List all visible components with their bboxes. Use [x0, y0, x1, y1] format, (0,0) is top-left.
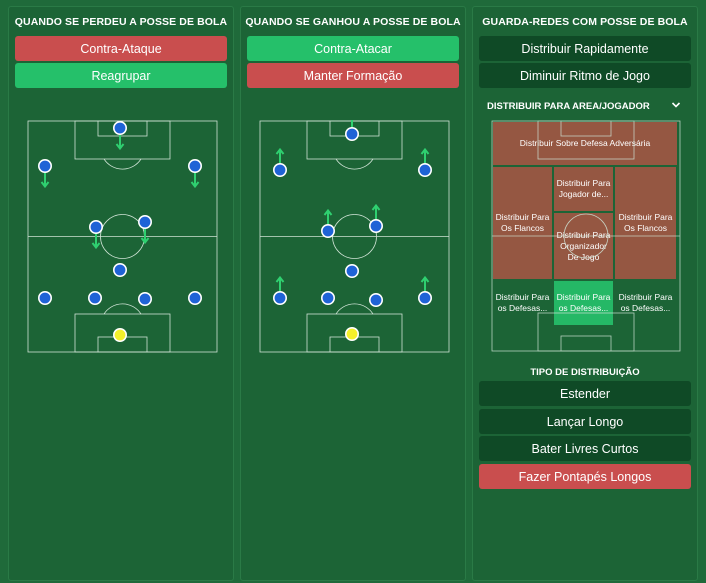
zone-defenders-left[interactable]: Distribuir Para os Defesas...: [493, 281, 552, 325]
option-distribuir-rapidamente-button[interactable]: Distribuir Rapidamente: [479, 36, 691, 61]
player-marker: [38, 291, 52, 306]
panel-lost-possession: QUANDO SE PERDEU A POSSE DE BOLA Contra-…: [8, 6, 234, 581]
player-marker: [273, 291, 287, 306]
pitch-lost-possession: [27, 120, 218, 353]
zone-flanks-right[interactable]: Distribuir Para Os Flancos: [615, 167, 676, 279]
pitch-lines: [259, 120, 450, 353]
player-marker: [138, 215, 153, 230]
zone-flanks-left[interactable]: Distribuir Para Os Flancos: [493, 167, 552, 279]
zone-over-defence[interactable]: Distribuir Sobre Defesa Adversária: [493, 122, 677, 165]
zone-centre-backs[interactable]: Distribuir Para os Defesas...: [554, 281, 613, 325]
player-marker: [418, 291, 433, 306]
option-contra-atacar-button[interactable]: Contra-Atacar: [247, 36, 459, 61]
player-marker: [345, 127, 360, 141]
zone-playmaker[interactable]: Distribuir Para Organizador De Jogo: [554, 213, 613, 279]
pitch-lines: [27, 120, 218, 353]
option-reagrupar-button[interactable]: Reagrupar: [15, 63, 227, 88]
player-marker: [138, 292, 153, 307]
pitch-won-possession: [259, 120, 450, 353]
panel-won-possession: QUANDO SE GANHOU A POSSE DE BOLA Contra-…: [240, 6, 466, 581]
panel-title: QUANDO SE PERDEU A POSSE DE BOLA: [14, 16, 228, 28]
player-marker: [320, 224, 335, 239]
option-diminuir-ritmo-button[interactable]: Diminuir Ritmo de Jogo: [479, 63, 691, 88]
panel-title: QUANDO SE GANHOU A POSSE DE BOLA: [245, 16, 461, 28]
player-marker: [38, 158, 52, 173]
option-lancar-longo-button[interactable]: Lançar Longo: [479, 409, 691, 434]
chevron-down-icon[interactable]: [671, 100, 681, 110]
player-marker: [88, 220, 103, 235]
option-estender-button[interactable]: Estender: [479, 381, 691, 406]
option-fazer-pontapes-longos-button[interactable]: Fazer Pontapés Longos: [479, 464, 691, 489]
option-contra-ataque-button[interactable]: Contra-Ataque: [15, 36, 227, 61]
player-marker: [87, 291, 102, 306]
player-marker: [113, 121, 128, 135]
distribution-zone-pitch: Distribuir Sobre Defesa Adversária Distr…: [491, 120, 681, 352]
option-bater-livres-curtos-button[interactable]: Bater Livres Curtos: [479, 436, 691, 461]
distribution-area-title: DISTRIBUIR PARA AREA/JOGADOR: [487, 101, 650, 112]
option-manter-formacao-button[interactable]: Manter Formação: [247, 63, 459, 88]
player-marker: [188, 291, 203, 306]
distribution-type-title: TIPO DE DISTRIBUIÇÃO: [530, 367, 640, 378]
goalkeeper-marker: [345, 327, 360, 342]
player-marker: [113, 263, 128, 278]
player-marker: [369, 293, 384, 308]
panel-title: GUARDA-REDES COM POSSE DE BOLA: [482, 16, 688, 28]
player-marker: [320, 291, 335, 306]
goalkeeper-marker: [113, 328, 128, 343]
player-marker: [418, 162, 433, 177]
player-marker: [369, 219, 384, 234]
zone-defenders-right[interactable]: Distribuir Para os Defesas...: [615, 281, 676, 325]
player-marker: [345, 264, 360, 279]
zone-target-player[interactable]: Distribuir Para Jogador de...: [554, 167, 613, 211]
player-marker: [273, 162, 287, 177]
panel-goalkeeper-possession: GUARDA-REDES COM POSSE DE BOLA Distribui…: [472, 6, 698, 581]
player-marker: [188, 158, 203, 173]
